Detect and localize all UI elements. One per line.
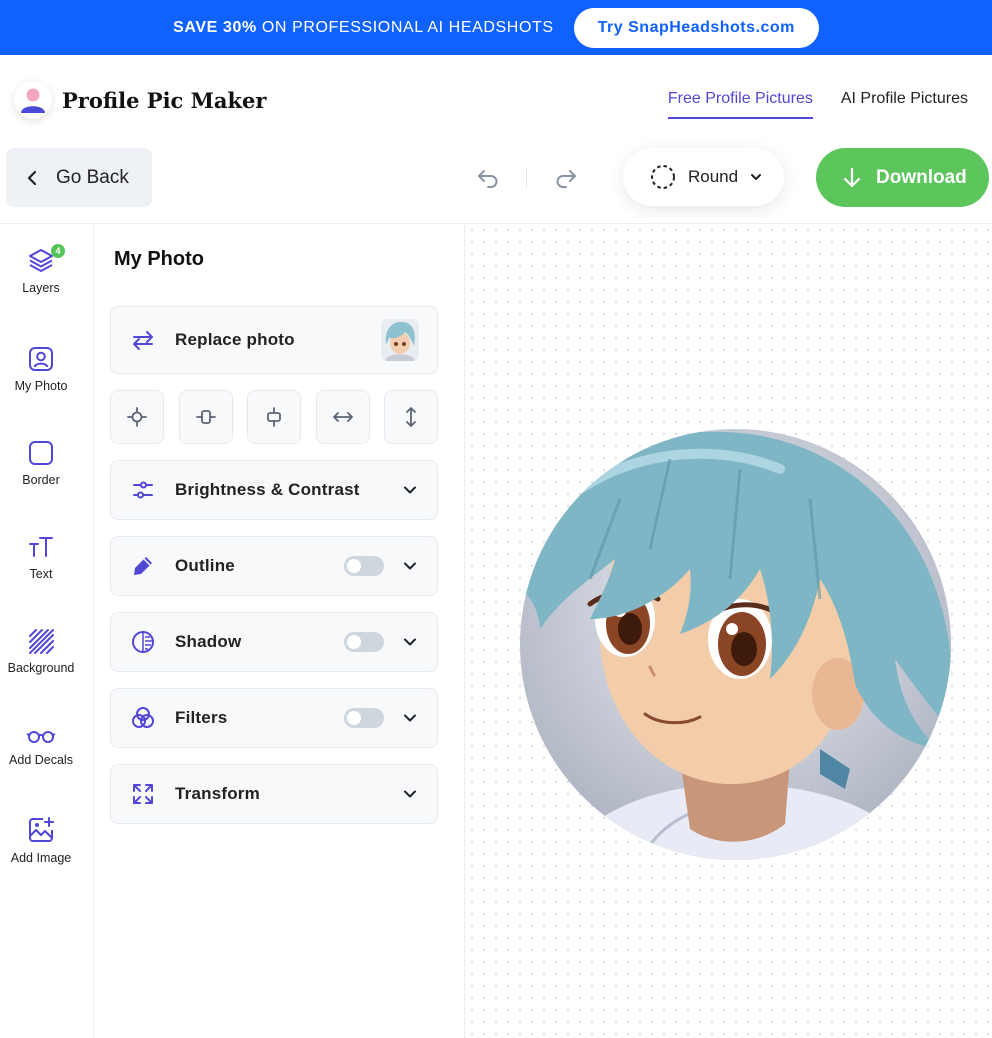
shadow-section[interactable]: Shadow xyxy=(110,612,438,672)
align-vertical-center-icon xyxy=(196,410,216,424)
promo-banner: SAVE 30% ON PROFESSIONAL AI HEADSHOTS Tr… xyxy=(0,0,992,55)
stretch-horizontal-button[interactable] xyxy=(316,390,370,444)
chevron-down-icon xyxy=(404,714,416,722)
tool-rail: 4 Layers My Photo Border Text Background… xyxy=(0,224,94,1038)
user-square-icon xyxy=(29,347,53,371)
swap-arrows-icon xyxy=(131,328,155,352)
filters-icon xyxy=(131,706,155,730)
rail-item-text[interactable]: Text xyxy=(0,534,82,581)
redo-button[interactable] xyxy=(550,164,582,192)
shape-label: Round xyxy=(688,167,739,186)
rail-label-border: Border xyxy=(22,473,60,487)
chevron-left-icon xyxy=(27,170,37,185)
center-icon xyxy=(127,407,147,427)
rail-item-add-decals[interactable]: Add Decals xyxy=(0,728,82,767)
rail-label-add-image: Add Image xyxy=(10,851,72,865)
rail-item-border[interactable]: Border xyxy=(0,440,82,487)
rail-label-my-photo: My Photo xyxy=(14,379,68,393)
go-back-label: Go Back xyxy=(56,166,129,188)
expand-arrows-icon xyxy=(131,782,155,806)
align-vertical-center-button[interactable] xyxy=(179,390,233,444)
palette-icon xyxy=(978,262,992,298)
download-label: Download xyxy=(876,166,967,188)
go-back-button[interactable]: Go Back xyxy=(6,148,152,207)
undo-button[interactable] xyxy=(472,164,504,192)
chevron-down-icon xyxy=(404,790,416,798)
align-horizontal-center-button[interactable] xyxy=(247,390,301,444)
sliders-icon xyxy=(131,478,155,502)
replace-photo-label: Replace photo xyxy=(175,330,295,349)
chevron-down-icon xyxy=(404,638,416,646)
redo-icon xyxy=(556,170,576,188)
chevron-down-icon xyxy=(404,562,416,570)
rail-label-background: Background xyxy=(7,661,75,675)
pen-icon xyxy=(131,554,155,578)
align-horizontal-center-icon xyxy=(267,407,281,427)
site-title: Profile Pic Maker xyxy=(62,87,267,113)
shadow-toggle[interactable] xyxy=(344,632,384,652)
stretch-vertical-button[interactable] xyxy=(384,390,438,444)
filters-toggle[interactable] xyxy=(344,708,384,728)
nav-ai-profile-pictures[interactable]: AI Profile Pictures xyxy=(841,90,968,119)
anime-portrait-image xyxy=(520,429,951,860)
promo-cta-button[interactable]: Try SnapHeadshots.com xyxy=(573,7,819,48)
filters-section[interactable]: Filters xyxy=(110,688,438,748)
transform-section[interactable]: Transform xyxy=(110,764,438,824)
logo-avatar-icon xyxy=(14,81,52,119)
stretch-horizontal-icon xyxy=(333,412,353,422)
logo[interactable]: Profile Pic Maker xyxy=(14,81,266,119)
replace-photo-button[interactable]: Replace photo xyxy=(110,306,438,374)
nav-free-profile-pictures[interactable]: Free Profile Pictures xyxy=(667,90,813,119)
panel-title: My Photo xyxy=(114,248,204,270)
text-icon xyxy=(29,537,53,557)
chevron-down-icon xyxy=(751,174,762,180)
my-photo-panel: My Photo Replace photo Brightness & Cont… xyxy=(94,224,465,1038)
rail-item-background[interactable]: Background xyxy=(0,628,82,675)
rail-label-text: Text xyxy=(29,567,53,581)
glasses-icon xyxy=(26,731,56,743)
filters-label: Filters xyxy=(175,708,228,727)
rail-label-layers: Layers xyxy=(22,281,60,295)
stretch-vertical-icon xyxy=(406,407,416,427)
download-button[interactable]: Download xyxy=(816,148,989,207)
chevron-down-icon xyxy=(404,486,416,494)
color-palette-widget[interactable] xyxy=(978,262,992,298)
rail-item-add-image[interactable]: Add Image xyxy=(0,816,82,865)
shadow-icon xyxy=(131,630,155,654)
rail-item-my-photo[interactable]: My Photo xyxy=(0,346,82,393)
promo-text: SAVE 30% ON PROFESSIONAL AI HEADSHOTS xyxy=(173,18,554,36)
transform-label: Transform xyxy=(175,784,260,803)
brightness-contrast-label: Brightness & Contrast xyxy=(175,480,360,499)
outline-label: Outline xyxy=(175,556,235,575)
hatched-square-icon xyxy=(29,629,54,654)
download-arrow-icon xyxy=(843,167,861,187)
round-shape-icon xyxy=(651,165,675,189)
site-header: Profile Pic Maker Free Profile Pictures … xyxy=(0,55,992,145)
toolbar-divider xyxy=(526,168,527,188)
rail-item-layers[interactable]: 4 Layers xyxy=(0,244,82,295)
rail-label-add-decals: Add Decals xyxy=(9,753,73,767)
align-center-button[interactable] xyxy=(110,390,164,444)
layers-count-badge: 4 xyxy=(51,244,65,258)
image-plus-icon xyxy=(29,817,54,842)
outline-toggle[interactable] xyxy=(344,556,384,576)
undo-icon xyxy=(478,170,498,188)
profile-picture-preview[interactable] xyxy=(520,429,951,860)
photo-thumbnail xyxy=(381,319,419,361)
shape-dropdown[interactable]: Round xyxy=(623,148,784,206)
border-square-icon xyxy=(29,441,53,465)
main-nav: Free Profile Pictures AI Profile Picture… xyxy=(667,90,968,119)
outline-section[interactable]: Outline xyxy=(110,536,438,596)
editor-canvas[interactable] xyxy=(466,224,992,1038)
shadow-label: Shadow xyxy=(175,632,242,651)
brightness-contrast-section[interactable]: Brightness & Contrast xyxy=(110,460,438,520)
